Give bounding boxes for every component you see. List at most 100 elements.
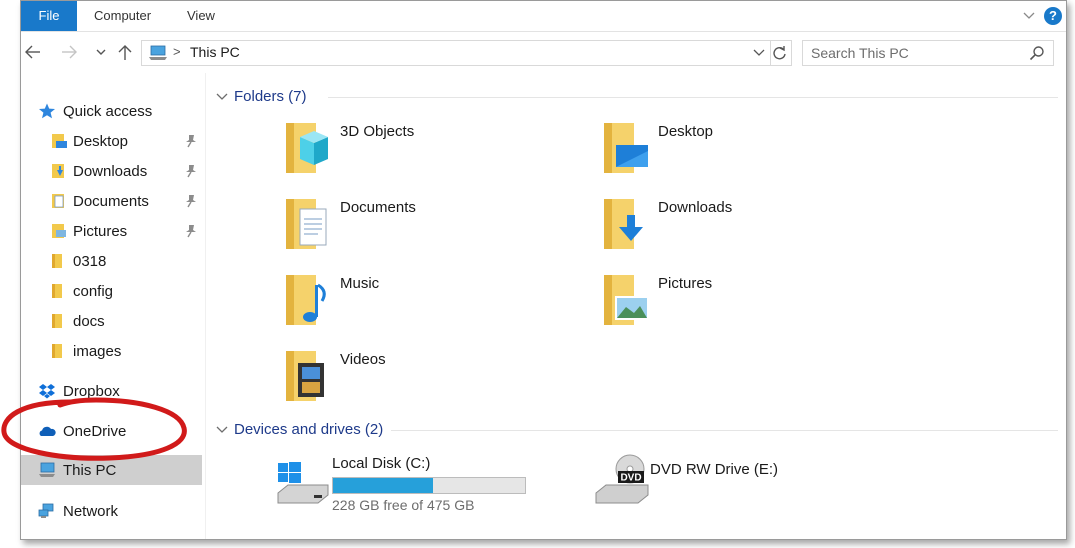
breadcrumb-separator[interactable]: >: [173, 44, 181, 59]
sidebar-item-images[interactable]: images: [21, 336, 205, 366]
sidebar-item-quick-access[interactable]: Quick access: [21, 96, 205, 126]
breadcrumb-this-pc[interactable]: This PC: [190, 44, 240, 60]
videos-folder-icon: [286, 351, 324, 401]
file-explorer-window: File Computer View ? > This PC Search Th…: [20, 0, 1067, 540]
this-pc-icon: [149, 45, 167, 60]
network-icon: [38, 503, 54, 518]
help-button[interactable]: ?: [1044, 7, 1062, 25]
folder-name: Pictures: [658, 275, 713, 292]
pictures-folder-icon: [52, 224, 66, 238]
search-icon[interactable]: [1029, 45, 1045, 61]
sidebar-item-0318[interactable]: 0318: [21, 246, 205, 276]
desktop-folder-icon: [52, 134, 67, 148]
folder-tile-videos[interactable]: Videos: [284, 349, 584, 419]
up-arrow-icon[interactable]: [115, 42, 135, 62]
back-arrow-icon[interactable]: [23, 42, 43, 62]
sidebar-item-downloads[interactable]: Downloads: [21, 156, 205, 186]
folder-icon: [52, 314, 62, 328]
sidebar-item-label: Network: [63, 503, 119, 520]
tab-computer[interactable]: Computer: [94, 1, 151, 31]
folder-tile-pictures[interactable]: Pictures: [602, 273, 902, 343]
folder-name: Desktop: [658, 123, 714, 140]
search-input[interactable]: Search This PC: [811, 45, 909, 61]
drive-name: DVD RW Drive (E:): [650, 461, 779, 478]
search-box[interactable]: Search This PC: [802, 40, 1054, 66]
sidebar-item-label: This PC: [63, 462, 117, 479]
group-title: Folders (7): [234, 88, 307, 105]
dvd-label: DVD: [620, 473, 641, 484]
folder-icon: [52, 344, 62, 358]
pin-icon[interactable]: [185, 224, 197, 238]
pin-icon[interactable]: [185, 194, 197, 208]
forward-arrow-icon[interactable]: [59, 42, 79, 62]
recent-locations-chevron-icon[interactable]: [91, 42, 111, 62]
devices-group-header[interactable]: Devices and drives (2): [216, 419, 1058, 441]
group-divider: [328, 97, 1058, 98]
sidebar-item-pictures[interactable]: Pictures: [21, 216, 205, 246]
pin-icon[interactable]: [185, 164, 197, 178]
sidebar-item-label: config: [73, 283, 114, 300]
sidebar-item-label: Pictures: [73, 223, 128, 240]
sidebar-item-label: images: [73, 343, 122, 360]
this-pc-icon: [39, 462, 55, 477]
folder-name: Downloads: [658, 199, 733, 216]
address-dropdown-icon[interactable]: [752, 45, 766, 59]
drive-name: Local Disk (C:): [332, 455, 431, 472]
refresh-icon: [773, 46, 786, 60]
sidebar-item-label: Desktop: [73, 133, 129, 150]
folder-icon: [52, 284, 62, 298]
folder-name: Music: [340, 275, 380, 292]
pictures-folder-icon: [604, 275, 649, 325]
sidebar-item-label: Downloads: [73, 163, 148, 180]
folder-tile-documents[interactable]: Documents: [284, 197, 584, 267]
folder-icon: [52, 254, 62, 268]
drive-tile-dvd-rw-e[interactable]: DVD DVD RW Drive (E:): [594, 453, 894, 523]
address-bar[interactable]: > This PC: [141, 40, 771, 66]
tab-file[interactable]: File: [21, 1, 77, 31]
collapse-chevron-icon[interactable]: [216, 423, 228, 435]
sidebar-item-config[interactable]: config: [21, 276, 205, 306]
group-divider: [391, 430, 1058, 431]
downloads-folder-icon: [52, 164, 64, 178]
star-icon: [39, 103, 55, 119]
sidebar-item-onedrive[interactable]: OneDrive: [21, 416, 205, 446]
drive-usage-fill: [333, 478, 433, 493]
downloads-folder-icon: [604, 199, 643, 249]
group-title: Devices and drives (2): [234, 421, 384, 438]
collapse-chevron-icon[interactable]: [216, 90, 228, 102]
sidebar-item-network[interactable]: Network: [21, 496, 205, 526]
drive-tile-local-disk-c[interactable]: Local Disk (C:) 228 GB free of 475 GB: [276, 453, 576, 523]
folders-group-header[interactable]: Folders (7): [216, 86, 1058, 108]
sidebar-item-this-pc[interactable]: This PC: [21, 455, 202, 485]
documents-folder-icon: [286, 199, 327, 249]
sidebar-item-dropbox[interactable]: Dropbox: [21, 376, 205, 406]
folder-tile-music[interactable]: Music: [284, 273, 584, 343]
folder-name: Videos: [340, 351, 386, 368]
content-pane: Folders (7) 3D Objects Desktop Documents…: [206, 73, 1066, 539]
refresh-button[interactable]: [769, 40, 792, 66]
sidebar-item-desktop[interactable]: Desktop: [21, 126, 205, 156]
dvd-drive-icon: DVD: [595, 454, 649, 504]
sidebar-item-label: Dropbox: [63, 383, 120, 400]
sidebar-item-label: OneDrive: [63, 423, 127, 440]
sidebar-item-docs[interactable]: docs: [21, 306, 205, 336]
folder-tile-downloads[interactable]: Downloads: [602, 197, 902, 267]
music-folder-icon: [286, 275, 326, 325]
desktop-folder-icon: [604, 123, 648, 173]
sidebar-item-documents[interactable]: Documents: [21, 186, 205, 216]
navigation-pane: Quick access Desktop Downloads Documents…: [21, 73, 206, 539]
expand-ribbon-icon[interactable]: [1022, 8, 1036, 22]
ribbon: File Computer View ?: [21, 1, 1066, 32]
windows-drive-icon: [277, 462, 329, 504]
pin-icon[interactable]: [185, 134, 197, 148]
dropbox-icon: [39, 384, 55, 399]
sidebar-item-label: Documents: [73, 193, 149, 210]
address-row: > This PC Search This PC: [21, 32, 1066, 72]
sidebar-item-label: 0318: [73, 253, 107, 270]
tab-view[interactable]: View: [187, 1, 215, 31]
folder-tile-3d-objects[interactable]: 3D Objects: [284, 121, 584, 191]
folder-tile-desktop[interactable]: Desktop: [602, 121, 902, 191]
onedrive-cloud-icon: [39, 426, 56, 436]
drive-usage-bar: [332, 477, 526, 494]
drive-free-space: 228 GB free of 475 GB: [332, 497, 475, 513]
